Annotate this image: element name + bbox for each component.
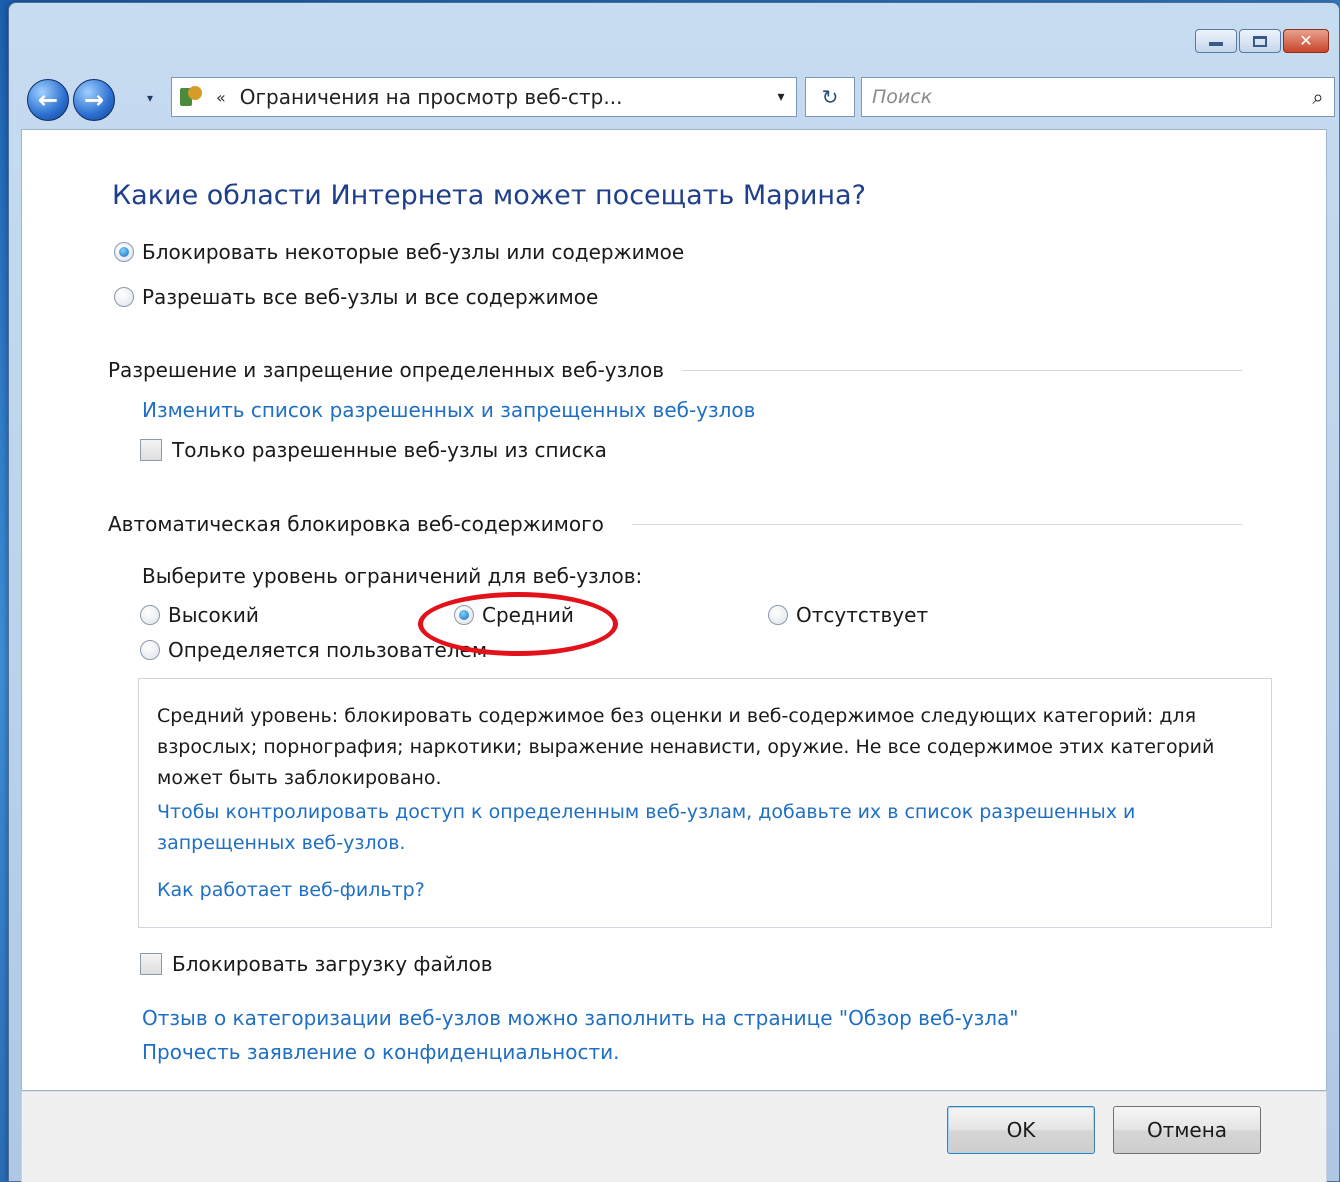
only-allowed-sites-checkbox[interactable]: Только разрешенные веб-узлы из списка [140,438,607,462]
control-panel-icon [178,84,204,110]
breadcrumb-overflow-icon[interactable]: « [216,88,226,107]
radio-level-medium[interactable]: Средний [454,603,574,627]
address-bar[interactable]: « Ограничения на просмотр веб-стр... ▾ [171,77,797,117]
radio-label: Определяется пользователем [168,638,488,662]
checkbox-label: Блокировать загрузку файлов [172,952,493,976]
radio-button[interactable] [454,605,474,625]
caption-buttons: ✕ [1195,29,1329,53]
search-box: ⌕ [861,77,1335,117]
close-icon: ✕ [1299,31,1313,50]
radio-allow-all[interactable]: Разрешать все веб-узлы и все содержимое [114,285,598,309]
restriction-level-prompt: Выберите уровень ограничений для веб-узл… [142,564,643,588]
minimize-icon [1209,42,1223,46]
edit-site-list-link[interactable]: Изменить список разрешенных и запрещенны… [142,398,755,422]
control-access-link[interactable]: Чтобы контролировать доступ к определенн… [157,797,1257,859]
radio-button[interactable] [140,605,160,625]
how-filter-works-link[interactable]: Как работает веб-фильтр? [157,875,1257,906]
radio-label: Средний [482,603,574,627]
radio-level-custom[interactable]: Определяется пользователем [140,638,487,662]
close-button[interactable]: ✕ [1283,29,1329,53]
radio-button[interactable] [114,287,134,307]
radio-level-high[interactable]: Высокий [140,603,259,627]
checkbox[interactable] [140,439,162,461]
navigation-bar: ← → ▾ « Ограничения на просмотр веб-стр.… [9,71,1339,127]
section-divider [682,370,1242,371]
content-pane: Какие области Интернета может посещать М… [21,129,1327,1091]
radio-block-some[interactable]: Блокировать некоторые веб-узлы или содер… [114,240,684,264]
forward-arrow-icon: → [83,86,105,114]
history-dropdown-icon[interactable]: ▾ [147,91,153,105]
breadcrumb-current[interactable]: Ограничения на просмотр веб-стр... [240,85,766,109]
parental-controls-window: ✕ ← → ▾ « Ограничения на просмотр веб-ст… [8,2,1340,1182]
radio-button[interactable] [768,605,788,625]
search-icon[interactable]: ⌕ [1302,85,1334,109]
privacy-statement-link[interactable]: Прочесть заявление о конфиденциальности. [142,1040,619,1064]
cancel-button[interactable]: Отмена [1113,1106,1261,1154]
section-divider [632,524,1242,525]
section-title-auto-block: Автоматическая блокировка веб-содержимог… [108,512,612,536]
section-title-allow-block: Разрешение и запрещение определенных веб… [108,358,673,382]
back-button[interactable]: ← [27,79,69,121]
refresh-button[interactable]: ↻ [805,77,855,117]
radio-label: Блокировать некоторые веб-узлы или содер… [142,240,685,264]
checkbox-label: Только разрешенные веб-узлы из списка [172,438,607,462]
radio-label: Разрешать все веб-узлы и все содержимое [142,285,599,309]
radio-button[interactable] [114,242,134,262]
checkbox[interactable] [140,953,162,975]
search-input[interactable] [862,78,1302,116]
block-downloads-checkbox[interactable]: Блокировать загрузку файлов [140,952,493,976]
radio-level-none[interactable]: Отсутствует [768,603,928,627]
radio-button[interactable] [140,640,160,660]
level-description: Средний уровень: блокировать содержимое … [157,705,1215,789]
refresh-icon: ↻ [821,85,839,109]
ok-button[interactable]: OK [947,1106,1095,1154]
page-title: Какие области Интернета может посещать М… [112,180,866,211]
back-arrow-icon: ← [37,86,59,114]
feedback-link[interactable]: Отзыв о категоризации веб-узлов можно за… [142,1006,1018,1030]
maximize-icon [1253,35,1267,47]
forward-button[interactable]: → [73,79,115,121]
radio-label: Высокий [168,603,259,627]
address-dropdown-icon[interactable]: ▾ [766,89,796,105]
level-description-box: Средний уровень: блокировать содержимое … [138,678,1272,928]
minimize-button[interactable] [1195,29,1237,53]
maximize-button[interactable] [1239,29,1281,53]
radio-label: Отсутствует [796,603,929,627]
title-bar: ✕ [9,3,1339,65]
